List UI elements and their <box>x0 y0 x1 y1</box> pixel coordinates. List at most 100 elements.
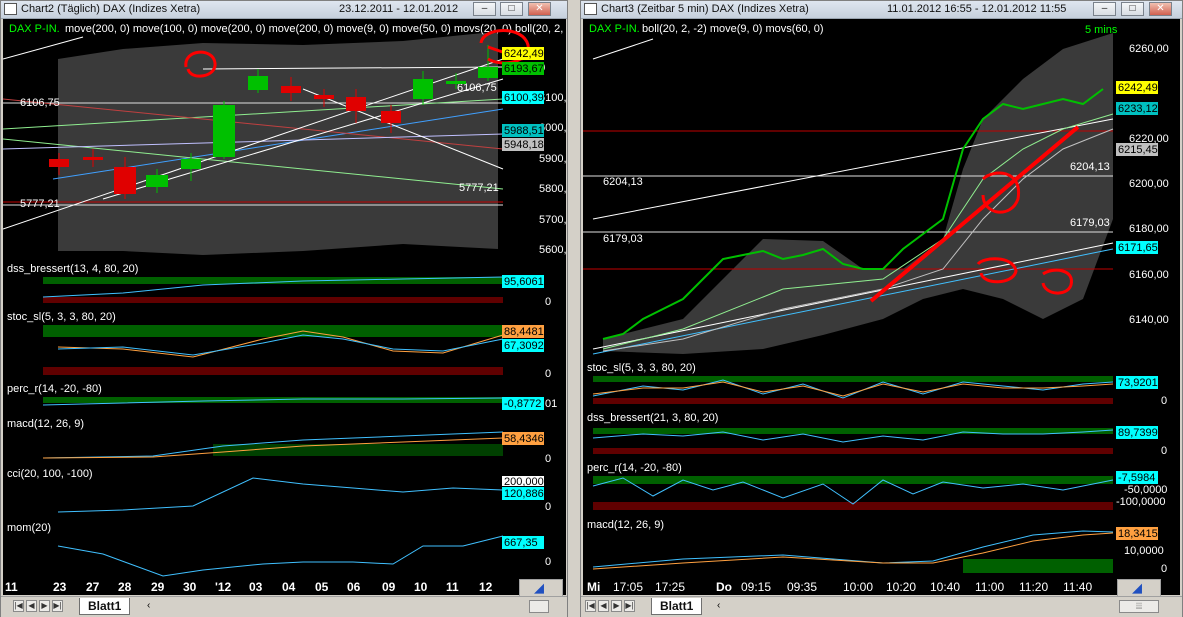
main-label-name: DAX P-IN. <box>9 23 60 35</box>
svg-text:03: 03 <box>249 580 263 594</box>
chart-icon <box>4 3 17 15</box>
svg-text:6233,12: 6233,12 <box>1118 103 1158 115</box>
indicator-perc-panel[interactable]: perc_r(14, -20, -80) -7,5984 -50,0000 -1… <box>583 460 1180 515</box>
svg-text:23: 23 <box>53 580 67 594</box>
svg-text:12: 12 <box>479 580 493 594</box>
svg-text:macd(12, 26, 9): macd(12, 26, 9) <box>587 519 664 531</box>
svg-text:5900,00: 5900,00 <box>539 153 566 165</box>
svg-text:0: 0 <box>1161 563 1167 575</box>
chart-window-left: Chart2 (Täglich) DAX (Indizes Xetra) 23.… <box>0 0 580 617</box>
cursor-tool-icon[interactable]: ◢ <box>519 579 563 597</box>
svg-text:0: 0 <box>1161 445 1167 457</box>
minimize-button[interactable]: – <box>473 2 496 16</box>
title-bar[interactable]: Chart3 (Zeitbar 5 min) DAX (Indizes Xetr… <box>581 1 1182 19</box>
minimize-button[interactable]: – <box>1093 2 1116 16</box>
scroll-handle[interactable] <box>529 600 549 613</box>
next-sheet-icon[interactable]: ▶ <box>39 600 50 612</box>
svg-text:120,8864: 120,8864 <box>504 488 550 500</box>
prev-sheet-icon[interactable]: ◀ <box>26 600 37 612</box>
svg-text:-50,0000: -50,0000 <box>1124 484 1167 496</box>
scroll-left-icon[interactable]: ‹ <box>717 600 720 611</box>
svg-text:-100,0000: -100,0000 <box>1116 496 1166 508</box>
svg-text:58,4346: 58,4346 <box>504 433 544 445</box>
svg-text:17:25: 17:25 <box>655 580 685 594</box>
svg-text:11:00: 11:00 <box>975 580 1004 594</box>
indicator-macd-panel[interactable]: macd(12, 26, 9) 58,4346 0 <box>3 416 566 465</box>
scroll-left-icon[interactable]: ‹ <box>147 600 150 611</box>
svg-text:667,35: 667,35 <box>504 537 538 549</box>
svg-text:09:35: 09:35 <box>787 580 817 594</box>
svg-text:6204,13: 6204,13 <box>603 176 643 188</box>
svg-text:27: 27 <box>86 580 100 594</box>
svg-text:0: 0 <box>545 453 551 465</box>
main-price-panel[interactable]: DAX P-IN. boll(20, 2, -2) move(9, 0) mov… <box>583 19 1180 358</box>
time-axis[interactable]: Mi 17:05 17:25 Do 09:15 09:35 10:00 10:2… <box>583 579 1180 595</box>
svg-text:Do: Do <box>716 580 732 594</box>
svg-text:89,7399: 89,7399 <box>1118 427 1158 439</box>
svg-text:95,6061: 95,6061 <box>504 276 544 288</box>
next-sheet-icon[interactable]: ▶ <box>611 600 622 612</box>
svg-text:5600,00: 5600,00 <box>539 244 566 256</box>
svg-text:06: 06 <box>347 580 361 594</box>
svg-text:6140,00: 6140,00 <box>1129 314 1169 326</box>
close-button[interactable]: ✕ <box>1149 2 1172 16</box>
svg-text:6242,49: 6242,49 <box>1118 82 1158 94</box>
close-button[interactable]: ✕ <box>528 2 551 16</box>
sheet-bar: |◀ ◀ ▶ ▶| Blatt1 ‹ ⦙⦙⦙ <box>581 596 1182 617</box>
main-price-panel[interactable]: DAX P-IN. move(200, 0) move(100, 0) move… <box>2 19 580 259</box>
scroll-handle[interactable]: ⦙⦙⦙ <box>1119 600 1159 613</box>
svg-text:88,4481: 88,4481 <box>504 326 544 338</box>
indicator-stoc-panel[interactable]: stoc_sl(5, 3, 3, 80, 20) 73,9201 0 <box>583 360 1180 408</box>
svg-text:0: 0 <box>545 501 551 513</box>
svg-text:67,3092: 67,3092 <box>504 340 544 352</box>
svg-text:200,0000: 200,0000 <box>504 476 550 488</box>
chart-icon <box>584 3 597 15</box>
svg-text:Mi: Mi <box>587 580 600 594</box>
window-title: Chart3 (Zeitbar 5 min) DAX (Indizes Xetr… <box>601 3 809 15</box>
svg-text:17:05: 17:05 <box>613 580 643 594</box>
svg-text:11:40: 11:40 <box>1063 580 1092 594</box>
price-line-label: 5777,21 <box>459 182 499 194</box>
price-line-label: 6106,75 <box>20 97 60 109</box>
maximize-button[interactable]: □ <box>1121 2 1144 16</box>
svg-text:0: 0 <box>545 556 551 568</box>
cursor-tool-icon[interactable]: ◢ <box>1117 579 1161 597</box>
prev-sheet-icon[interactable]: ◀ <box>598 600 609 612</box>
chart-area[interactable]: DAX P-IN. move(200, 0) move(100, 0) move… <box>2 19 580 579</box>
sheet-bar: |◀ ◀ ▶ ▶| Blatt1 ‹ <box>1 596 567 617</box>
first-sheet-icon[interactable]: |◀ <box>585 600 596 612</box>
last-sheet-icon[interactable]: ▶| <box>52 600 63 612</box>
last-sheet-icon[interactable]: ▶| <box>624 600 635 612</box>
svg-text:6179,03: 6179,03 <box>1070 217 1110 229</box>
svg-text:5988,51: 5988,51 <box>504 125 544 137</box>
indicator-stoc-panel[interactable]: stoc_sl(5, 3, 3, 80, 20) 88,4481 67,3092… <box>3 309 566 380</box>
svg-text:04: 04 <box>282 580 296 594</box>
svg-text:stoc_sl(5, 3, 3, 80, 20): stoc_sl(5, 3, 3, 80, 20) <box>7 311 116 323</box>
svg-text:10: 10 <box>414 580 428 594</box>
svg-text:28: 28 <box>118 580 132 594</box>
svg-text:5700,00: 5700,00 <box>539 214 566 226</box>
svg-text:6204,13: 6204,13 <box>1070 161 1110 173</box>
indicator-cci-panel[interactable]: cci(20, 100, -100) 200,0000 120,8864 0 <box>3 466 566 518</box>
sheet-tab[interactable]: Blatt1 <box>651 598 703 615</box>
svg-text:09:15: 09:15 <box>741 580 771 594</box>
date-range: 23.12.2011 - 12.01.2012 <box>339 3 459 15</box>
svg-text:01: 01 <box>545 398 557 410</box>
svg-text:0: 0 <box>1161 395 1167 407</box>
sheet-tab[interactable]: Blatt1 <box>79 598 131 615</box>
indicator-dss-panel[interactable]: dss_bressert(13, 4, 80, 20) 95,6061 0 <box>3 261 566 308</box>
svg-text:-7,5984: -7,5984 <box>1118 472 1155 484</box>
indicator-macd-panel[interactable]: macd(12, 26, 9) 18,3415 10,0000 0 <box>583 517 1180 577</box>
indicator-dss-panel[interactable]: dss_bressert(21, 3, 80, 20) 89,7399 0 <box>583 410 1180 458</box>
time-axis[interactable]: 11 23 27 28 29 30 '12 03 04 05 06 09 10 … <box>3 579 566 595</box>
price-line-label: 5777,21 <box>20 198 60 210</box>
first-sheet-icon[interactable]: |◀ <box>13 600 24 612</box>
svg-text:perc_r(14, -20, -80): perc_r(14, -20, -80) <box>587 462 682 474</box>
maximize-button[interactable]: □ <box>500 2 523 16</box>
chart-area[interactable]: DAX P-IN. boll(20, 2, -2) move(9, 0) mov… <box>583 19 1180 579</box>
svg-text:'12: '12 <box>215 580 232 594</box>
title-bar[interactable]: Chart2 (Täglich) DAX (Indizes Xetra) 23.… <box>1 1 567 19</box>
indicator-perc-panel[interactable]: perc_r(14, -20, -80) -0,8772 01 <box>3 381 566 414</box>
svg-text:perc_r(14, -20, -80): perc_r(14, -20, -80) <box>7 383 102 395</box>
indicator-mom-panel[interactable]: mom(20) 667,35 0 <box>3 520 566 577</box>
